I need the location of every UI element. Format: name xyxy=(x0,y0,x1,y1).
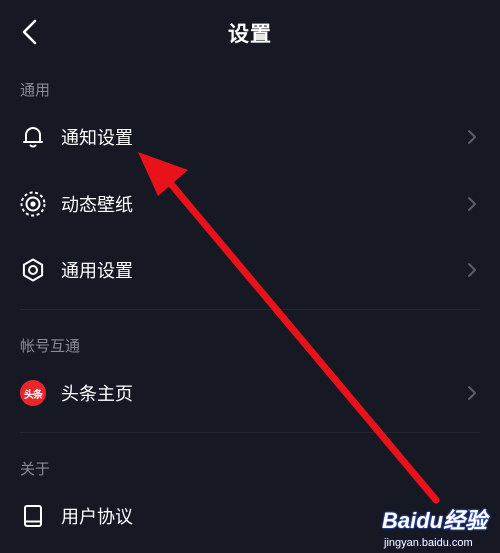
bell-icon xyxy=(19,123,47,151)
section-label-general: 通用 xyxy=(20,81,51,99)
gear-icon xyxy=(19,256,47,284)
settings-item-label: 动态壁纸 xyxy=(61,195,133,216)
toutiao-logo-wrapper: 头条 xyxy=(19,379,47,407)
divider xyxy=(20,432,480,433)
chevron-right-icon xyxy=(466,262,478,278)
settings-item-toutiao-homepage[interactable]: 头条 头条主页 xyxy=(0,363,500,423)
settings-item-label: 通用设置 xyxy=(61,261,133,282)
header: 设置 xyxy=(0,0,500,66)
watermark-brand: Baidu经验 xyxy=(382,508,488,533)
live-wallpaper-icon xyxy=(19,190,47,218)
page-title: 设置 xyxy=(228,22,272,46)
settings-item-label: 通知设置 xyxy=(61,128,133,149)
settings-item-notifications[interactable]: 通知设置 xyxy=(0,107,500,167)
settings-item-live-wallpaper[interactable]: 动态壁纸 xyxy=(0,174,500,234)
divider xyxy=(20,309,480,310)
chevron-right-icon xyxy=(466,196,478,212)
chevron-right-icon xyxy=(466,129,478,145)
toutiao-logo-icon: 头条 xyxy=(20,380,46,406)
watermark-url: jingyan.baidu.com xyxy=(384,537,473,549)
section-label-account-link: 帐号互通 xyxy=(20,337,81,355)
settings-item-general-settings[interactable]: 通用设置 xyxy=(0,240,500,300)
section-label-about: 关于 xyxy=(20,460,51,478)
baidu-jingyan-watermark: Baidu经验 jingyan.baidu.com xyxy=(376,501,494,549)
settings-item-label: 用户协议 xyxy=(61,507,133,528)
toutiao-logo-text: 头条 xyxy=(24,389,43,401)
settings-item-label: 头条主页 xyxy=(61,384,133,405)
chevron-right-icon xyxy=(466,385,478,401)
book-icon xyxy=(19,502,47,530)
